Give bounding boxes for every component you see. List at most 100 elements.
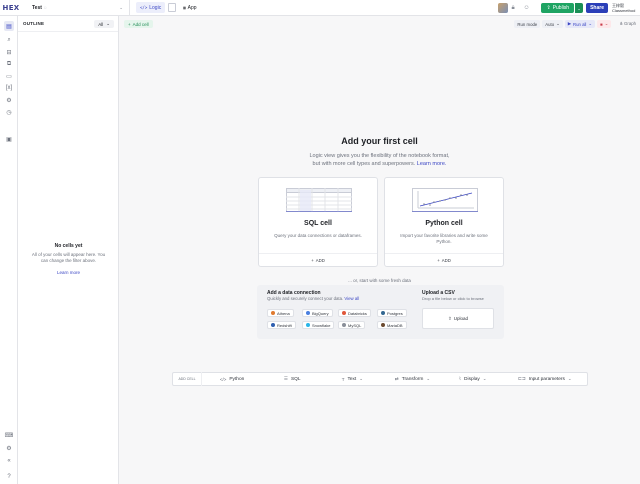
sql-cell-card[interactable]: SQL cell Query your data connections or … xyxy=(258,177,378,267)
add-sql-label: SQL xyxy=(290,376,301,382)
smiley-icon[interactable]: ☺ xyxy=(523,4,530,13)
python-card-desc: Import your favorite libraries and write… xyxy=(400,233,488,244)
source-databricks-button[interactable]: Databricks xyxy=(338,309,371,317)
snowflake-icon xyxy=(306,323,310,327)
data-browser-icon[interactable]: ⊟ xyxy=(4,47,14,57)
chevron-down-icon: ⌄ xyxy=(588,21,593,26)
help-icon[interactable]: ? xyxy=(4,472,14,482)
add-sql-button[interactable]: ☰ SQL xyxy=(262,372,322,386)
run-mode-value: Auto xyxy=(545,21,555,27)
files-icon[interactable]: ▭ xyxy=(4,71,14,81)
upload-csv-dropzone[interactable]: ⇧ Upload xyxy=(422,308,494,329)
source-mysql-button[interactable]: MySQL xyxy=(338,321,366,329)
tab-logic[interactable]: </> Logic xyxy=(136,2,166,13)
top-bar: HEX Test ◌ ⌄ </> Logic ▦ App 🔒︎ ☺ ⇪ Publ… xyxy=(0,0,640,16)
add-cell-button[interactable]: + Add cell xyxy=(124,20,153,28)
mode-divider-handle[interactable] xyxy=(168,3,177,12)
tab-app[interactable]: ▦ App xyxy=(179,2,200,13)
keyboard-icon[interactable]: ⌨ xyxy=(4,430,14,440)
source-label: MySQL xyxy=(348,322,362,328)
collapse-icon[interactable]: « xyxy=(4,456,14,466)
components-icon[interactable]: ⧉ xyxy=(4,59,14,69)
publish-options-button[interactable]: ⌄ xyxy=(575,3,584,13)
search-icon[interactable]: ⌕ xyxy=(4,35,14,45)
chart-icon: ⌇ xyxy=(458,376,462,381)
add-transform-button[interactable]: ⇄ Transform ⌄ xyxy=(382,372,442,386)
add-cell-bar-label: ADD CELL xyxy=(173,372,202,386)
notebook-toolbar: + Add cell Run mode Auto ⌄ ▶ Run all ⌄ ■… xyxy=(119,16,640,32)
postgres-icon xyxy=(381,311,385,315)
python-cell-card[interactable]: Python cell Import your favorite librari… xyxy=(384,177,504,267)
source-athena-button[interactable]: Athena xyxy=(267,309,294,317)
publish-icon: ⇪ xyxy=(546,5,551,11)
source-label: Redshift xyxy=(277,322,292,328)
transform-icon: ⇄ xyxy=(394,376,399,381)
python-chart-illustration xyxy=(412,188,478,212)
graph-button[interactable]: ⋔ Graph xyxy=(619,21,636,27)
view-all-link[interactable]: View all xyxy=(344,296,359,301)
python-add-button[interactable]: + ADD xyxy=(385,253,503,266)
hex-logo[interactable]: HEX xyxy=(0,0,22,16)
run-mode-dropdown[interactable]: Auto ⌄ xyxy=(542,20,563,28)
run-mode-label: Run mode xyxy=(514,20,541,28)
environment-icon[interactable]: ⚙ xyxy=(4,95,14,105)
docs-icon[interactable]: ▣ xyxy=(4,134,14,144)
project-name: Test xyxy=(32,4,42,11)
app-icon: ▦ xyxy=(183,5,186,10)
hero-learn-more-link[interactable]: Learn more. xyxy=(417,161,447,167)
left-rail: ▤ ⌕ ⊟ ⧉ ▭ [x] ⚙ ◷ ▣ ⌨ ⚙ « ? xyxy=(0,16,18,484)
history-icon[interactable]: ◷ xyxy=(4,107,14,117)
add-python-button[interactable]: </> Python xyxy=(202,372,262,386)
add-text-button[interactable]: T Text ⌄ xyxy=(322,372,382,386)
plus-icon: + xyxy=(311,257,314,263)
play-icon: ▶ xyxy=(567,21,572,26)
learn-more-link[interactable]: Learn more xyxy=(18,270,119,275)
athena-icon xyxy=(271,311,275,315)
outline-filter-dropdown[interactable]: All ⌄ xyxy=(94,20,114,28)
settings-icon[interactable]: ⚙ xyxy=(4,443,14,453)
avatar[interactable] xyxy=(498,3,509,13)
source-redshift-button[interactable]: Redshift xyxy=(267,321,296,329)
source-bigquery-button[interactable]: BigQuery xyxy=(302,309,333,317)
publish-label: Publish xyxy=(552,5,570,11)
data-connection-subtitle: Quickly and securely connect your data. … xyxy=(267,296,359,301)
tab-app-label: App xyxy=(187,4,197,11)
project-name-button[interactable]: Test ◌ ⌄ xyxy=(22,0,130,16)
graph-icon: ⋔ xyxy=(619,21,623,26)
sql-table-illustration xyxy=(286,188,352,212)
source-label: Databricks xyxy=(348,310,367,316)
upload-csv-subtitle: Drop a file below or click to browse xyxy=(422,296,484,301)
chevron-down-icon: ⌄ xyxy=(604,21,609,26)
sql-add-button[interactable]: + ADD xyxy=(259,253,377,266)
source-label: BigQuery xyxy=(312,310,329,316)
publish-button[interactable]: ⇪ Publish xyxy=(541,3,575,13)
add-display-button[interactable]: ⌇ Display ⌄ xyxy=(443,372,503,386)
variables-icon[interactable]: [x] xyxy=(4,83,14,93)
hero-subtitle: Logic view gives you the flexibility of … xyxy=(119,152,640,168)
empty-description: All of your cells will appear here. You … xyxy=(31,252,106,263)
fresh-data-panel: Add a data connection Quickly and secure… xyxy=(257,285,504,339)
add-cell-bar: ADD CELL </> Python ☰ SQL T Text ⌄ ⇄ Tra… xyxy=(172,372,588,386)
python-card-title: Python cell xyxy=(425,220,463,227)
sql-add-label: ADD xyxy=(315,257,325,263)
sql-card-desc: Query your data connections or dataframe… xyxy=(274,233,362,238)
source-snowflake-button[interactable]: Snowflake xyxy=(302,321,335,329)
source-label: Snowflake xyxy=(312,322,331,328)
python-add-label: ADD xyxy=(441,257,451,263)
bigquery-icon xyxy=(306,311,310,315)
add-input-parameters-button[interactable]: ⊏⊐ Input parameters ⌄ xyxy=(503,372,587,386)
text-icon: T xyxy=(341,376,345,382)
add-input-parameters-label: Input parameters xyxy=(528,376,565,382)
source-mariadb-button[interactable]: MariaDB xyxy=(377,321,407,329)
input-icon: ⊏⊐ xyxy=(518,376,526,381)
stop-kernel-button[interactable]: ■ ⌄ xyxy=(597,20,612,28)
data-connection-subtitle-text: Quickly and securely connect your data. xyxy=(267,296,344,301)
share-button[interactable]: Share xyxy=(586,3,608,13)
source-postgres-button[interactable]: Postgres xyxy=(377,309,407,317)
run-all-button[interactable]: ▶ Run all ⌄ xyxy=(564,20,596,28)
outline-icon[interactable]: ▤ xyxy=(4,21,14,31)
lock-icon[interactable]: 🔒︎ xyxy=(511,4,518,13)
source-label: Athena xyxy=(277,310,290,316)
chevron-down-icon: ⌄ xyxy=(482,376,487,381)
user-menu[interactable]: 王梓毅 Classmethod xyxy=(612,3,640,13)
